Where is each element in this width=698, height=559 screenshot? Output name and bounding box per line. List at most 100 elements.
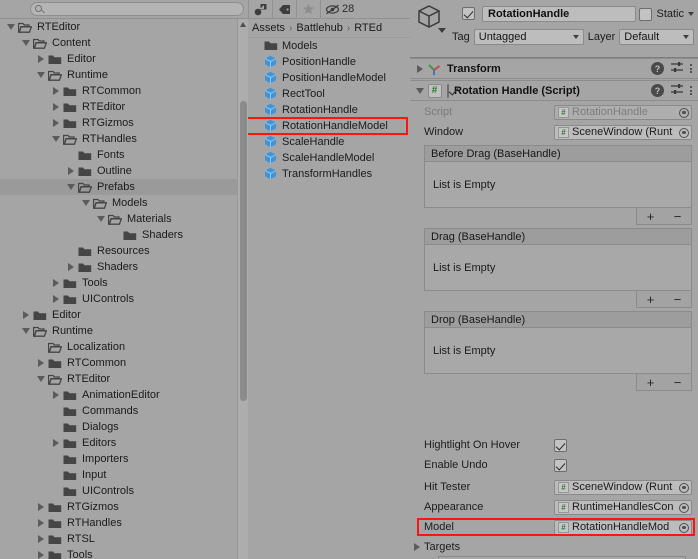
object-field[interactable]: # RuntimeHandlesCon <box>554 499 692 515</box>
component-header-transform[interactable]: Transform ? <box>410 58 698 79</box>
targets-foldout-arrow-icon[interactable] <box>414 543 420 551</box>
remove-button[interactable]: − <box>674 210 682 223</box>
tree-row[interactable]: RTEditor <box>0 19 237 35</box>
toggle-checkbox[interactable] <box>554 438 567 452</box>
tree-row[interactable]: RTEditor <box>0 371 237 387</box>
gameobject-cube-icon[interactable] <box>416 4 446 34</box>
add-button[interactable]: + <box>647 210 655 223</box>
tree-foldout-arrow-icon[interactable] <box>64 147 77 163</box>
list-item[interactable]: Models <box>248 38 410 54</box>
tree-foldout-arrow-icon[interactable] <box>19 35 32 51</box>
tree-row[interactable]: Prefabs <box>0 179 237 195</box>
tree-row[interactable]: Editor <box>0 307 237 323</box>
tree-row[interactable]: RTGizmos <box>0 115 237 131</box>
help-icon[interactable]: ? <box>651 62 664 75</box>
tree-foldout-arrow-icon[interactable] <box>49 115 62 131</box>
scroll-up-arrow-icon[interactable] <box>240 22 246 27</box>
tree-row[interactable]: Shaders <box>0 259 237 275</box>
object-picker-icon[interactable] <box>679 127 689 138</box>
breadcrumb[interactable]: Assets › Battlehub › RTEd <box>248 19 410 38</box>
hidden-objects-toggle[interactable]: 28 <box>320 0 358 19</box>
gameobject-name-field[interactable]: RotationHandle <box>482 6 636 22</box>
tree-foldout-arrow-icon[interactable] <box>34 499 47 515</box>
tree-foldout-arrow-icon[interactable] <box>94 211 107 227</box>
add-button[interactable]: + <box>647 293 655 306</box>
tree-foldout-arrow-icon[interactable] <box>34 371 47 387</box>
tree-foldout-arrow-icon[interactable] <box>49 387 62 403</box>
tree-row[interactable]: RTEditor <box>0 99 237 115</box>
project-tree-scroll-area[interactable]: RTEditor Content Editor Runtime RTCommon RTEd… <box>0 19 237 559</box>
list-item[interactable]: TransformHandles <box>248 166 410 182</box>
tree-row[interactable]: UIControls <box>0 291 237 307</box>
tree-row[interactable]: RTCommon <box>0 83 237 99</box>
tree-foldout-arrow-icon[interactable] <box>34 515 47 531</box>
remove-button[interactable]: − <box>674 293 682 306</box>
tree-foldout-arrow-icon[interactable] <box>34 547 47 559</box>
layer-dropdown[interactable]: Default <box>619 29 694 45</box>
script-enabled-checkbox[interactable] <box>447 83 449 98</box>
tree-foldout-arrow-icon[interactable] <box>49 131 62 147</box>
tree-foldout-arrow-icon[interactable] <box>34 531 47 547</box>
list-item[interactable]: PositionHandleModel <box>248 70 410 86</box>
tree-row[interactable]: AnimationEditor <box>0 387 237 403</box>
tree-foldout-arrow-icon[interactable] <box>49 451 62 467</box>
tree-foldout-arrow-icon[interactable] <box>4 19 17 35</box>
object-field-window[interactable]: # SceneWindow (Runt <box>554 124 692 140</box>
script-foldout-arrow-icon[interactable] <box>413 87 426 94</box>
tree-foldout-arrow-icon[interactable] <box>19 323 32 339</box>
tree-row[interactable]: RTHandles <box>0 515 237 531</box>
tree-foldout-arrow-icon[interactable] <box>64 179 77 195</box>
tree-row[interactable]: Runtime <box>0 323 237 339</box>
tree-row[interactable]: Fonts <box>0 147 237 163</box>
event-list-body[interactable]: List is Empty <box>424 328 692 374</box>
object-field-script[interactable]: # RotationHandle <box>554 104 692 120</box>
remove-button[interactable]: − <box>674 376 682 389</box>
tree-foldout-arrow-icon[interactable] <box>34 355 47 371</box>
toggle-checkbox[interactable] <box>554 458 567 472</box>
tree-foldout-arrow-icon[interactable] <box>34 67 47 83</box>
tree-foldout-arrow-icon[interactable] <box>64 243 77 259</box>
object-picker-icon[interactable] <box>679 482 689 493</box>
tree-foldout-arrow-icon[interactable] <box>49 483 62 499</box>
list-item[interactable]: RectTool <box>248 86 410 102</box>
tree-row[interactable]: Localization <box>0 339 237 355</box>
list-item[interactable]: RotationHandle <box>248 102 410 118</box>
tree-row[interactable]: Outline <box>0 163 237 179</box>
tree-row[interactable]: Input <box>0 467 237 483</box>
object-field[interactable]: # SceneWindow (Runt <box>554 479 692 495</box>
static-dropdown-arrow-icon[interactable] <box>688 12 694 16</box>
tree-foldout-arrow-icon[interactable] <box>34 339 47 355</box>
asset-type-icon[interactable] <box>248 0 272 19</box>
tree-row[interactable]: RTCommon <box>0 355 237 371</box>
breadcrumb-item[interactable]: Assets <box>252 22 285 34</box>
tree-row[interactable]: Editors <box>0 435 237 451</box>
tree-foldout-arrow-icon[interactable] <box>49 467 62 483</box>
scrollbar-thumb[interactable] <box>240 101 247 401</box>
tree-foldout-arrow-icon[interactable] <box>49 83 62 99</box>
favorite-star-icon[interactable] <box>296 0 320 19</box>
tree-foldout-arrow-icon[interactable] <box>49 275 62 291</box>
tree-row[interactable]: Tools <box>0 275 237 291</box>
tree-row[interactable]: UIControls <box>0 483 237 499</box>
event-list-add-remove[interactable]: + − <box>636 374 692 391</box>
tree-foldout-arrow-icon[interactable] <box>64 259 77 275</box>
tree-foldout-arrow-icon[interactable] <box>49 291 62 307</box>
object-picker-icon[interactable] <box>679 107 689 118</box>
tree-row[interactable]: Models <box>0 195 237 211</box>
component-menu-icon[interactable] <box>690 64 692 73</box>
event-list-add-remove[interactable]: + − <box>636 291 692 308</box>
tree-row[interactable]: Importers <box>0 451 237 467</box>
static-toggle-group[interactable]: Static <box>639 6 694 22</box>
tree-foldout-arrow-icon[interactable] <box>109 227 122 243</box>
transform-foldout-arrow-icon[interactable] <box>413 64 426 73</box>
tree-foldout-arrow-icon[interactable] <box>19 307 32 323</box>
preset-icon[interactable] <box>671 83 683 98</box>
list-item[interactable]: ScaleHandleModel <box>248 150 410 166</box>
tree-row[interactable]: Commands <box>0 403 237 419</box>
breadcrumb-item[interactable]: RTEd <box>354 22 382 34</box>
component-menu-icon[interactable] <box>690 86 692 95</box>
help-icon[interactable]: ? <box>651 84 664 97</box>
add-button[interactable]: + <box>647 376 655 389</box>
asset-list[interactable]: Models PositionHandle PositionHandleModel R… <box>248 38 410 559</box>
tree-row[interactable]: RTHandles <box>0 131 237 147</box>
